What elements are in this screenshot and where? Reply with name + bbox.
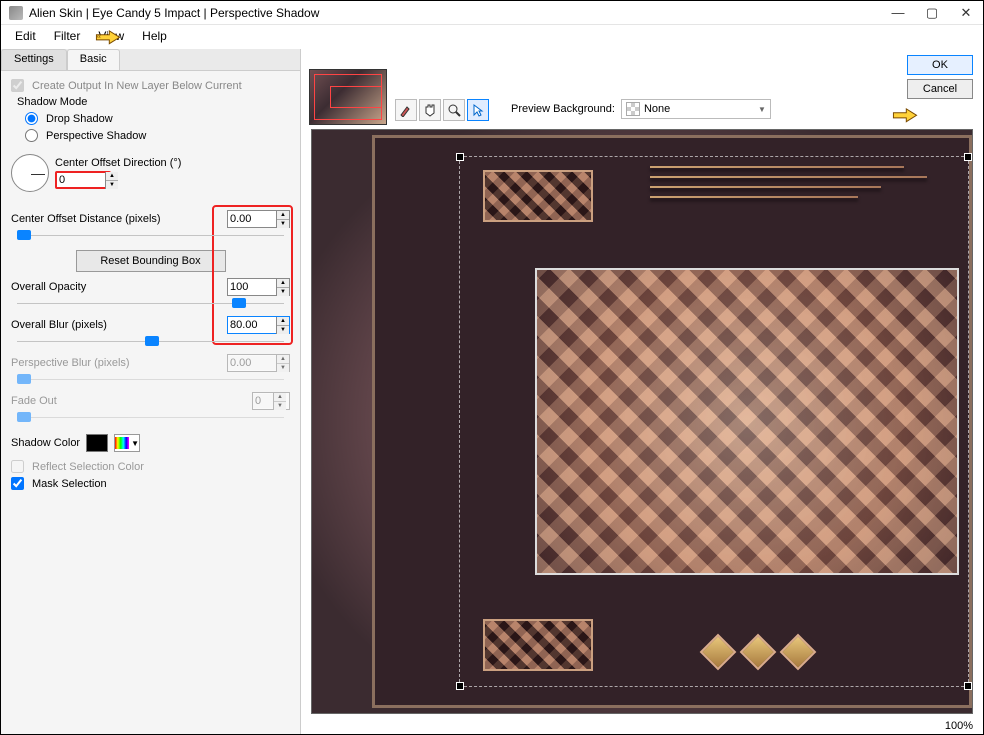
create-output-label: Create Output In New Layer Below Current: [32, 80, 242, 92]
cursor-icon: [471, 103, 485, 117]
center-distance-slider[interactable]: [11, 228, 290, 242]
minimize-button[interactable]: —: [881, 2, 915, 24]
transparency-icon: [626, 102, 640, 116]
tab-settings[interactable]: Settings: [1, 49, 67, 70]
center-distance-input[interactable]: [228, 212, 276, 226]
center-direction-spin[interactable]: ▲▼: [55, 171, 111, 189]
tab-basic[interactable]: Basic: [67, 49, 120, 70]
op-up[interactable]: ▲: [277, 279, 289, 288]
tool-hand[interactable]: [419, 99, 441, 121]
preview-background-label: Preview Background:: [511, 103, 615, 115]
preview-artwork: [372, 135, 972, 708]
menu-filter[interactable]: Filter: [46, 27, 89, 45]
menu-view[interactable]: View: [90, 27, 132, 45]
mask-selection-label: Mask Selection: [32, 478, 107, 490]
left-panel: Settings Basic Create Output In New Laye…: [1, 49, 301, 734]
radio-drop-shadow[interactable]: [25, 112, 38, 125]
menu-help[interactable]: Help: [134, 27, 175, 45]
rainbow-icon: [115, 437, 129, 449]
fade-out-slider: [11, 410, 290, 424]
reflect-selection-checkbox: [11, 460, 24, 473]
dist-down[interactable]: ▼: [277, 220, 289, 228]
tabbar: Settings Basic: [1, 49, 300, 71]
fade-out-input: [253, 394, 273, 408]
menubar: Edit Filter View Help: [1, 25, 983, 47]
preview-diamonds: [705, 639, 811, 665]
maximize-button[interactable]: ▢: [915, 2, 949, 24]
tool-pointer[interactable]: [467, 99, 489, 121]
titlebar: Alien Skin | Eye Candy 5 Impact | Perspe…: [1, 1, 983, 25]
fade-out-label: Fade Out: [11, 395, 252, 407]
overall-opacity-slider[interactable]: [11, 296, 290, 310]
create-output-checkbox: [11, 79, 24, 92]
magnifier-icon: [447, 103, 461, 117]
direction-dial[interactable]: [11, 154, 49, 192]
perspective-blur-input: [228, 356, 276, 370]
shadow-mode-label: Shadow Mode: [17, 96, 288, 108]
create-output-row: Create Output In New Layer Below Current: [11, 79, 290, 92]
overall-blur-slider[interactable]: [11, 334, 290, 348]
panel-body: Create Output In New Layer Below Current…: [1, 71, 300, 498]
chevron-down-icon: ▼: [131, 439, 139, 448]
reflect-selection-label: Reflect Selection Color: [32, 461, 144, 473]
chevron-down-icon: ▼: [758, 105, 766, 114]
preview-decor-bottom: [483, 619, 593, 671]
preview-lines: [650, 166, 939, 216]
window-title: Alien Skin | Eye Candy 5 Impact | Perspe…: [29, 6, 881, 20]
preview-background-value: None: [644, 103, 670, 115]
center-direction-input[interactable]: [57, 173, 105, 187]
hand-icon: [423, 103, 437, 117]
op-down[interactable]: ▼: [277, 288, 289, 296]
cancel-button[interactable]: Cancel: [907, 79, 973, 99]
preview-background-row: Preview Background: None ▼: [511, 99, 771, 119]
preview-center-panel: [535, 268, 959, 575]
tool-brush[interactable]: [395, 99, 417, 121]
dir-down[interactable]: ▼: [106, 181, 118, 189]
overall-blur-input[interactable]: [228, 318, 276, 332]
dist-up[interactable]: ▲: [277, 211, 289, 220]
overall-blur-spin[interactable]: ▲▼: [227, 316, 290, 334]
shadow-color-label: Shadow Color: [11, 437, 80, 449]
overall-opacity-input[interactable]: [228, 280, 276, 294]
radio-perspective-shadow[interactable]: [25, 129, 38, 142]
brush-icon: [399, 103, 413, 117]
shadow-color-swatch[interactable]: [86, 434, 108, 452]
perspective-blur-slider: [11, 372, 290, 386]
preview-toolbar: [395, 99, 489, 121]
menu-edit[interactable]: Edit: [7, 27, 44, 45]
overall-blur-label: Overall Blur (pixels): [11, 319, 227, 331]
right-area: Preview Background: None ▼ OK Cancel: [301, 49, 983, 734]
thumbnail-strip: [309, 55, 387, 125]
dir-up[interactable]: ▲: [106, 172, 118, 181]
fade-out-spin: ▲▼: [252, 392, 290, 410]
ok-button[interactable]: OK: [907, 55, 973, 75]
center-distance-label: Center Offset Distance (pixels): [11, 213, 227, 225]
radio-perspective-shadow-label: Perspective Shadow: [46, 130, 146, 142]
color-picker-button[interactable]: ▼: [114, 434, 140, 452]
bl-up[interactable]: ▲: [277, 317, 289, 326]
perspective-blur-spin: ▲▼: [227, 354, 290, 372]
app-icon: [9, 6, 23, 20]
overall-opacity-spin[interactable]: ▲▼: [227, 278, 290, 296]
preview-canvas[interactable]: [311, 129, 973, 714]
tool-zoom[interactable]: [443, 99, 465, 121]
bl-down[interactable]: ▼: [277, 326, 289, 334]
close-button[interactable]: ✕: [949, 2, 983, 24]
preview-decor-top: [483, 170, 593, 222]
main-area: Settings Basic Create Output In New Laye…: [1, 49, 983, 734]
radio-drop-shadow-label: Drop Shadow: [46, 113, 113, 125]
pointer-hand-icon: [891, 105, 919, 123]
overall-opacity-label: Overall Opacity: [11, 281, 227, 293]
navigator-thumbnail[interactable]: [309, 69, 387, 125]
center-direction-label: Center Offset Direction (°): [55, 157, 181, 169]
reset-bounding-box-button[interactable]: Reset Bounding Box: [76, 250, 226, 272]
center-distance-spin[interactable]: ▲▼: [227, 210, 290, 228]
preview-background-dropdown[interactable]: None ▼: [621, 99, 771, 119]
mask-selection-checkbox[interactable]: [11, 477, 24, 490]
zoom-level: 100%: [945, 720, 973, 732]
dialog-buttons: OK Cancel: [907, 55, 973, 99]
perspective-blur-label: Perspective Blur (pixels): [11, 357, 227, 369]
